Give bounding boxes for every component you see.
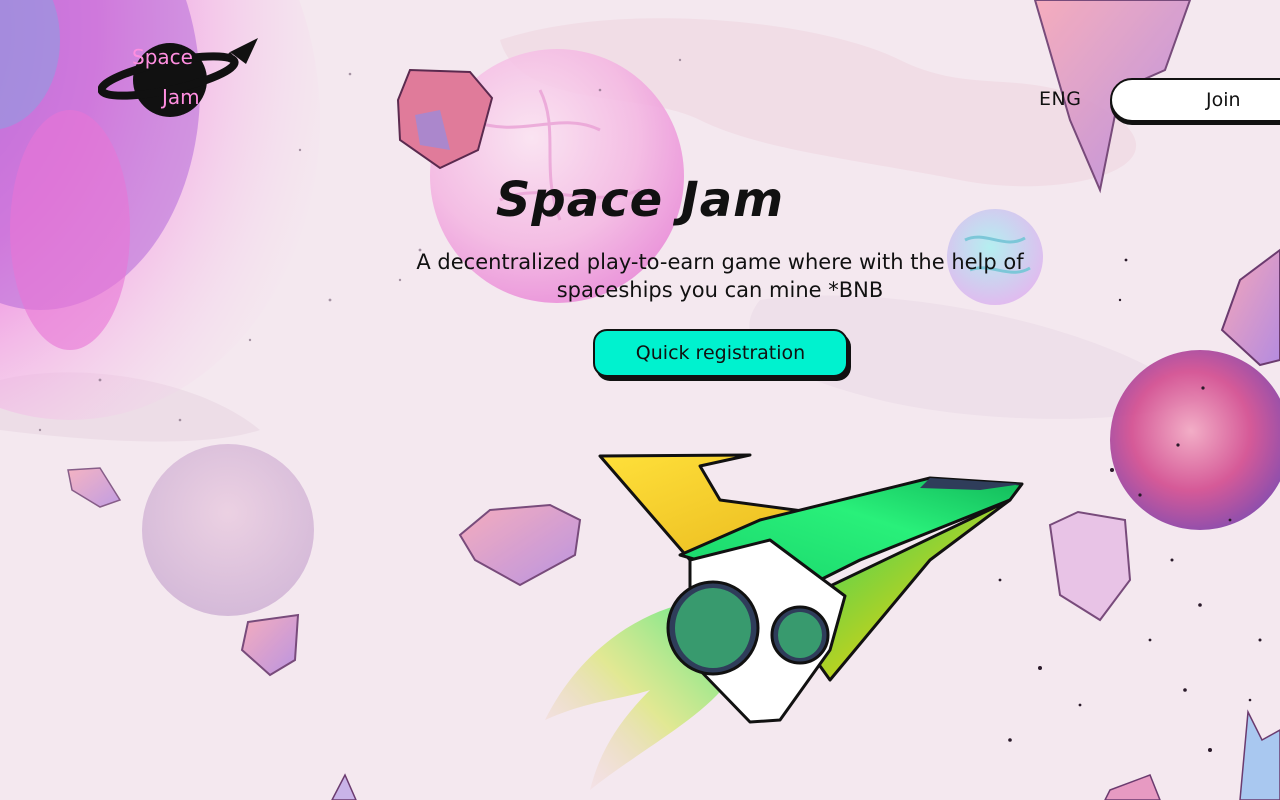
page-title: Space Jam [495,172,785,228]
logo-text-jam: Jam [160,85,200,109]
logo-text-space: Space [132,45,193,69]
hero-title-container: Space Jam [0,172,1280,236]
space-jam-logo[interactable]: Space Jam [98,34,263,126]
hero-subtitle: A decentralized play-to-earn game where … [416,250,1024,302]
join-button[interactable]: Join [1110,78,1280,122]
landing-page: Space Jam ENG Join Space Jam A decentral… [0,0,1280,800]
language-selector[interactable]: ENG [1039,88,1081,110]
quick-registration-button[interactable]: Quick registration [593,329,848,377]
